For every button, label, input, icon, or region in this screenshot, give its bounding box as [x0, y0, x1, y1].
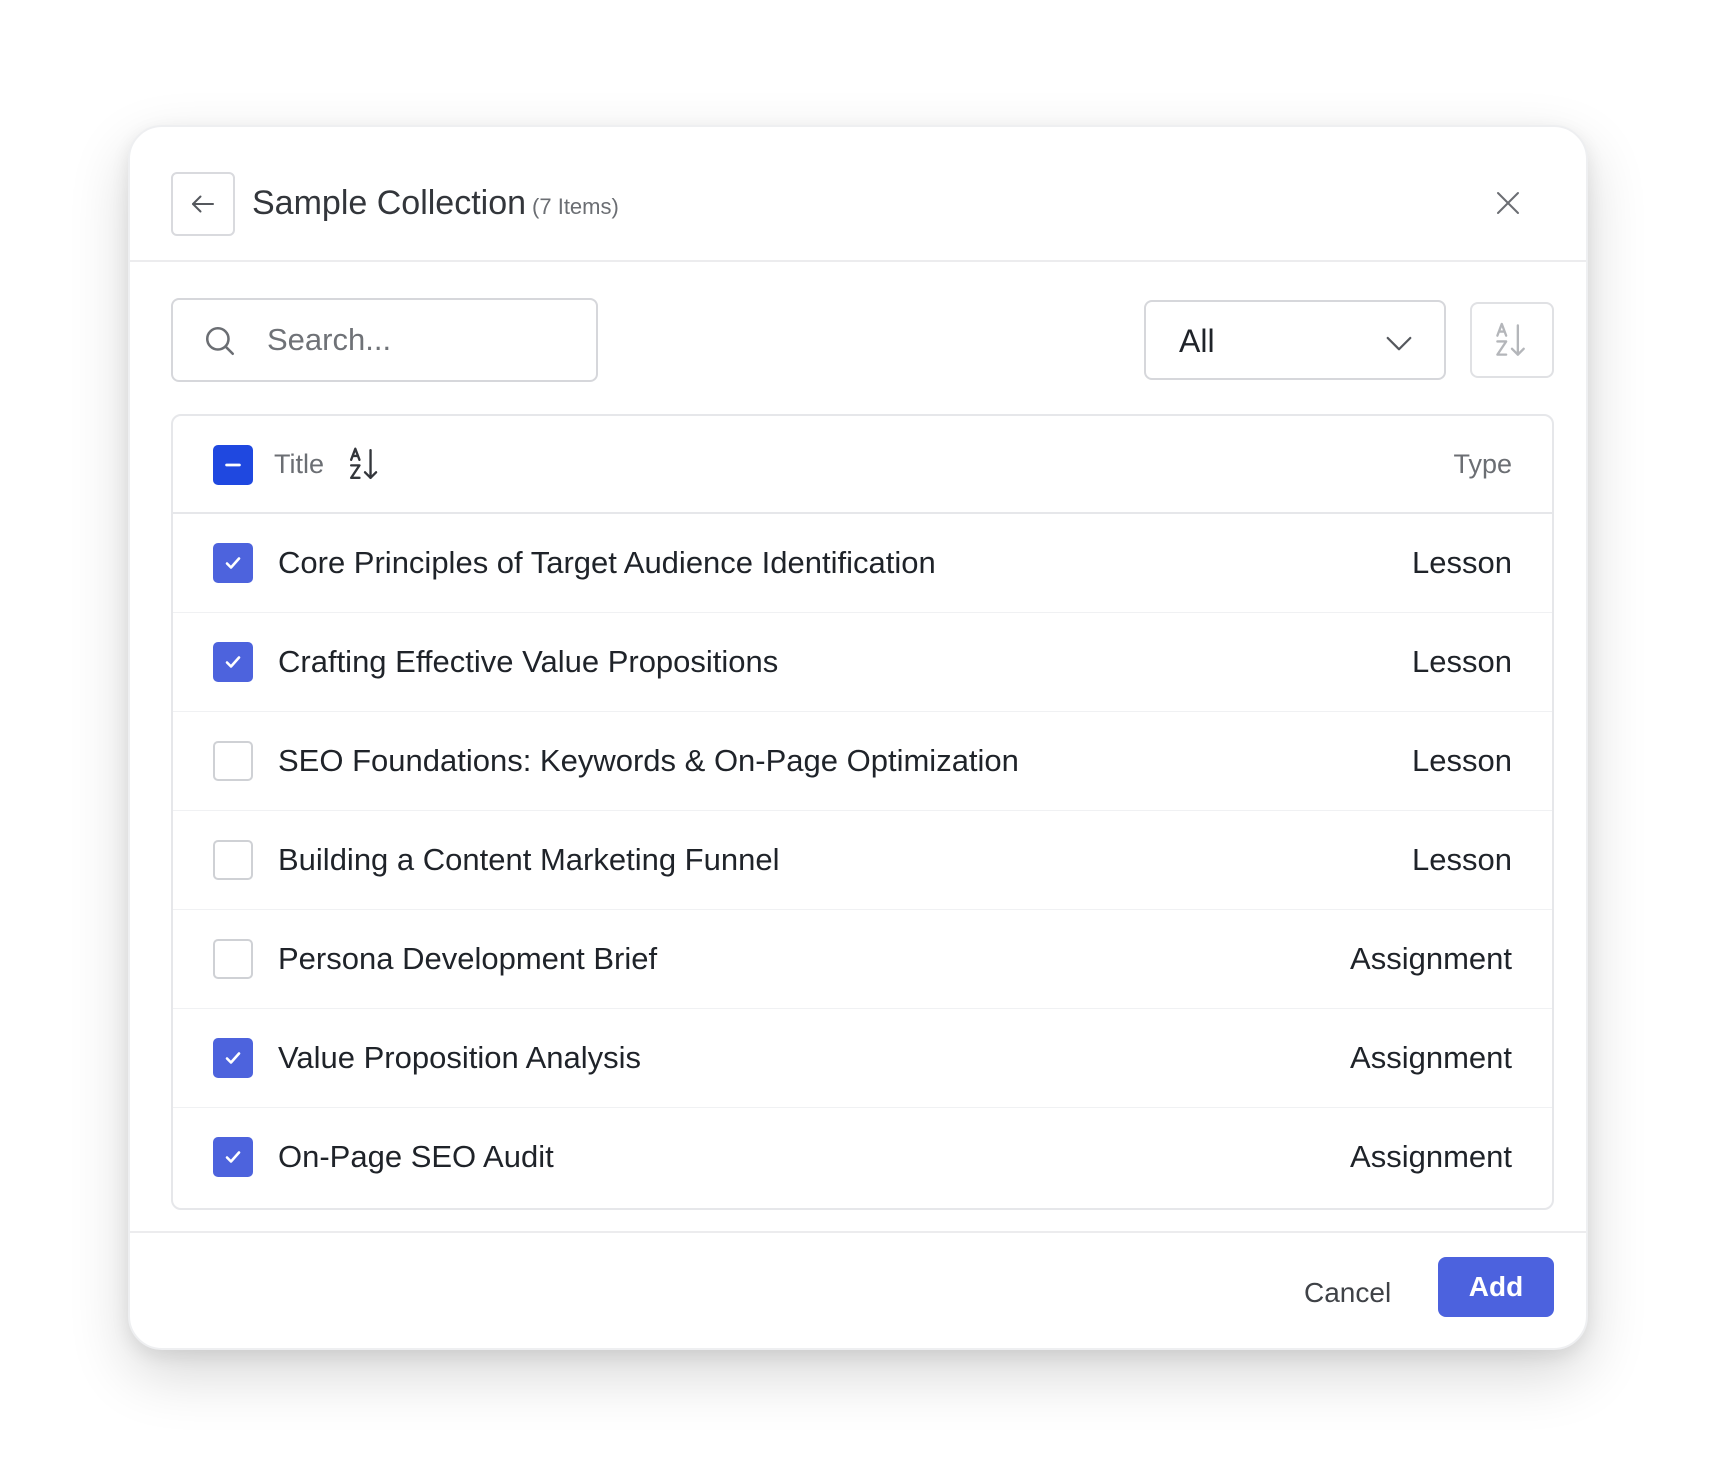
modal-header: Sample Collection (7 Items) — [130, 127, 1586, 262]
check-icon — [225, 557, 241, 569]
row-checkbox[interactable] — [213, 741, 253, 781]
row-checkbox[interactable] — [213, 1038, 253, 1078]
column-header-type: Type — [1453, 449, 1512, 479]
row-title: On-Page SEO Audit — [278, 1139, 554, 1174]
item-count: (7 Items) — [532, 194, 619, 219]
row-title: Core Principles of Target Audience Ident… — [278, 545, 936, 580]
row-type: Assignment — [1350, 1040, 1512, 1075]
collection-modal: Sample Collection(7 Items) All — [128, 125, 1588, 1350]
modal-footer: Cancel Add — [130, 1231, 1586, 1348]
cancel-button[interactable]: Cancel — [1284, 1263, 1411, 1323]
table-row[interactable]: On-Page SEO Audit Assignment — [173, 1108, 1552, 1207]
close-button[interactable] — [1488, 183, 1528, 223]
row-title: Value Proposition Analysis — [278, 1040, 642, 1075]
close-icon — [1497, 192, 1519, 214]
sort-az-icon[interactable] — [348, 446, 382, 482]
check-icon — [225, 1151, 241, 1163]
search-icon — [205, 326, 235, 356]
row-title: Crafting Effective Value Propositions — [278, 644, 779, 679]
row-type: Assignment — [1350, 1139, 1512, 1174]
row-checkbox[interactable] — [213, 642, 253, 682]
add-button[interactable]: Add — [1438, 1257, 1554, 1317]
search-input[interactable] — [267, 316, 577, 364]
table-row[interactable]: Crafting Effective Value Propositions Le… — [173, 613, 1552, 712]
row-checkbox[interactable] — [213, 840, 253, 880]
select-all-checkbox[interactable] — [213, 445, 253, 485]
arrow-left-icon — [192, 195, 214, 213]
page-title: Sample Collection (7 Items) — [252, 184, 619, 223]
row-checkbox[interactable] — [213, 543, 253, 583]
row-checkbox[interactable] — [213, 1137, 253, 1177]
row-type: Assignment — [1350, 941, 1512, 976]
minus-icon — [225, 463, 241, 467]
table-row[interactable]: Value Proposition Analysis Assignment — [173, 1009, 1552, 1108]
table-row[interactable]: Persona Development Brief Assignment — [173, 910, 1552, 1009]
row-type: Lesson — [1412, 842, 1512, 877]
check-icon — [225, 656, 241, 668]
table-header: Title Type — [173, 416, 1552, 514]
back-button[interactable] — [171, 172, 235, 236]
table-row[interactable]: Building a Content Marketing Funnel Less… — [173, 811, 1552, 910]
column-header-title[interactable]: Title — [274, 449, 324, 480]
row-title: Persona Development Brief — [278, 941, 658, 976]
collection-title: Sample Collection — [252, 184, 527, 222]
row-checkbox[interactable] — [213, 939, 253, 979]
row-type: Lesson — [1412, 644, 1512, 679]
row-title: SEO Foundations: Keywords & On-Page Opti… — [278, 743, 1019, 778]
chevron-down-icon — [1386, 336, 1412, 351]
type-filter-select[interactable]: All — [1144, 300, 1446, 380]
sort-az-icon — [1496, 322, 1525, 356]
search-box — [171, 298, 598, 382]
table-row[interactable]: Core Principles of Target Audience Ident… — [173, 514, 1552, 613]
row-title: Building a Content Marketing Funnel — [278, 842, 780, 877]
row-type: Lesson — [1412, 743, 1512, 778]
items-table: Title Type Core Principles of Target Aud… — [171, 414, 1554, 1210]
row-type: Lesson — [1412, 545, 1512, 580]
check-icon — [225, 1052, 241, 1064]
sort-button[interactable] — [1470, 302, 1554, 378]
type-filter-value: All — [1179, 323, 1215, 359]
table-row[interactable]: SEO Foundations: Keywords & On-Page Opti… — [173, 712, 1552, 811]
